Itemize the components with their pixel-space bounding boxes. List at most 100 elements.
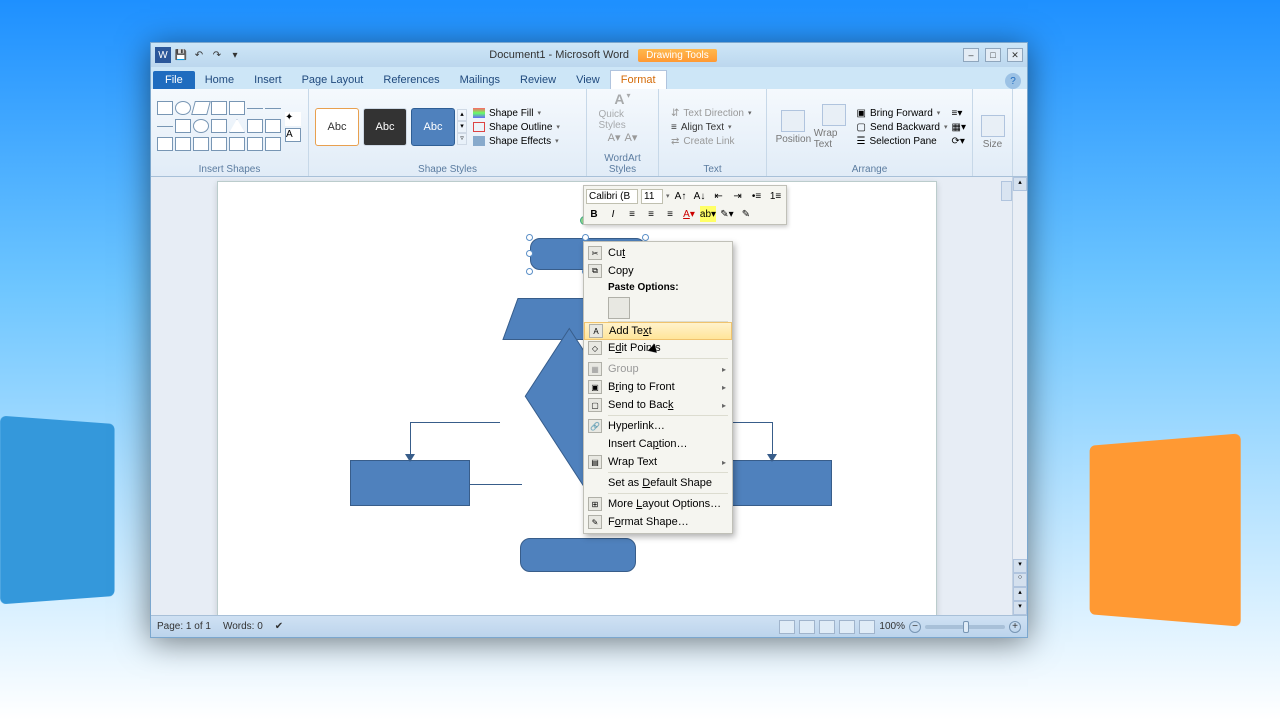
align-button[interactable]: ≡▾	[952, 108, 966, 119]
align-right-icon[interactable]: ≡	[662, 206, 678, 222]
font-color-icon[interactable]: A▾	[681, 206, 697, 222]
flowchart-process-left[interactable]	[350, 460, 470, 506]
increase-indent-icon[interactable]: ⇥	[730, 188, 746, 204]
decrease-indent-icon[interactable]: ⇤	[711, 188, 727, 204]
align-center-icon[interactable]: ≡	[643, 206, 659, 222]
prev-page-icon[interactable]: ▴	[1013, 587, 1027, 601]
tab-references[interactable]: References	[373, 71, 449, 89]
group-wordart-styles: WordArt Styles	[593, 152, 652, 175]
text-box-icon[interactable]: A	[285, 128, 301, 142]
ctx-bring-to-front[interactable]: ▣Bring to Front▸	[584, 378, 732, 396]
wrap-text-ribbon-button[interactable]: Wrap Text	[814, 104, 855, 150]
gallery-down-icon[interactable]: ▾	[457, 121, 467, 133]
ctx-more-layout[interactable]: ⊞More Layout Options…	[584, 495, 732, 513]
status-page[interactable]: Page: 1 of 1	[157, 621, 211, 632]
tab-view[interactable]: View	[566, 71, 610, 89]
help-icon[interactable]: ?	[1005, 73, 1021, 89]
status-words[interactable]: Words: 0	[223, 621, 263, 632]
word-icon[interactable]: W	[155, 47, 171, 63]
shape-fill-button[interactable]: Shape Fill ▾	[473, 108, 560, 119]
status-bar: Page: 1 of 1 Words: 0 ✔ 100% − +	[151, 615, 1027, 637]
ctx-send-to-back[interactable]: ▢Send to Back▸	[584, 396, 732, 414]
gallery-more-icon[interactable]: ▿	[457, 133, 467, 145]
view-draft[interactable]	[859, 620, 875, 634]
ctx-add-text[interactable]: AAdd Text	[584, 322, 732, 340]
side-panel-tab[interactable]	[1001, 181, 1012, 201]
group-text: Text	[665, 163, 760, 175]
size-button[interactable]: Size	[979, 115, 1006, 150]
shape-outline-button[interactable]: Shape Outline ▾	[473, 122, 560, 133]
bring-forward-button[interactable]: ▣Bring Forward▾	[857, 108, 948, 119]
shape-effects-button[interactable]: Shape Effects ▾	[473, 136, 560, 147]
italic-icon[interactable]: I	[605, 206, 621, 222]
align-left-icon[interactable]: ≡	[624, 206, 640, 222]
bold-icon[interactable]: B	[586, 206, 602, 222]
zoom-level[interactable]: 100%	[879, 621, 905, 632]
view-outline[interactable]	[839, 620, 855, 634]
grow-font-icon[interactable]: A↑	[673, 188, 689, 204]
selection-pane-button[interactable]: ☰Selection Pane	[857, 136, 948, 147]
mini-font-input[interactable]	[586, 189, 638, 204]
bullets-icon[interactable]: •≡	[749, 188, 765, 204]
ctx-insert-caption[interactable]: Insert Caption…	[584, 435, 732, 453]
view-print-layout[interactable]	[779, 620, 795, 634]
scroll-down-icon[interactable]: ▾	[1013, 559, 1027, 573]
position-button[interactable]: Position	[773, 110, 814, 145]
browse-object-icon[interactable]: ○	[1013, 573, 1027, 587]
tab-file[interactable]: File	[153, 71, 195, 89]
ctx-wrap-text[interactable]: ▤Wrap Text▸	[584, 453, 732, 471]
quick-styles-button: A▾ Quick Styles	[599, 91, 647, 131]
ctx-paste-options-label: Paste Options:	[584, 280, 732, 295]
ctx-set-default-shape[interactable]: Set as Default Shape	[584, 474, 732, 492]
ctx-format-shape[interactable]: ✎Format Shape…	[584, 513, 732, 531]
tab-mailings[interactable]: Mailings	[450, 71, 510, 89]
group-shape-styles: Shape Styles	[315, 163, 580, 175]
ctx-hyperlink[interactable]: 🔗Hyperlink…	[584, 417, 732, 435]
zoom-slider[interactable]	[925, 625, 1005, 629]
tab-format[interactable]: Format	[610, 70, 667, 89]
numbering-icon[interactable]: 1≡	[768, 188, 784, 204]
view-web[interactable]	[819, 620, 835, 634]
tab-insert[interactable]: Insert	[244, 71, 292, 89]
zoom-out-icon[interactable]: −	[909, 621, 921, 633]
ctx-cut[interactable]: ✂Cut	[584, 244, 732, 262]
titlebar: W 💾 ↶ ↷ ▾ Document1 - Microsoft Word Dra…	[151, 43, 1027, 67]
shrink-font-icon[interactable]: A↓	[692, 188, 708, 204]
qat-customize-icon[interactable]: ▾	[227, 47, 243, 63]
ctx-copy[interactable]: ⧉Copy	[584, 262, 732, 280]
group-arrange: Arrange	[773, 163, 966, 175]
mini-size-input[interactable]	[641, 189, 663, 204]
flowchart-terminator-bottom[interactable]	[520, 538, 636, 572]
styles-icon[interactable]: ✎	[738, 206, 754, 222]
redo-icon[interactable]: ↷	[209, 47, 225, 63]
ctx-paste-picture[interactable]	[608, 297, 630, 319]
highlight-icon[interactable]: ab▾	[700, 206, 716, 222]
scroll-up-icon[interactable]: ▴	[1013, 177, 1027, 191]
align-text-button[interactable]: ≡Align Text▾	[671, 122, 751, 133]
vertical-scrollbar[interactable]: ▴ ▾ ○ ▴ ▾	[1012, 177, 1027, 615]
text-fill-icon: A▾	[608, 131, 621, 144]
document-area[interactable]: ▾ A↑ A↓ ⇤ ⇥ •≡ 1≡ B I ≡ ≡ ≡ A▾ ab▾ ✎▾ ✎	[151, 177, 1012, 615]
tab-page-layout[interactable]: Page Layout	[292, 71, 374, 89]
undo-icon[interactable]: ↶	[191, 47, 207, 63]
edit-shape-icon[interactable]: ✦	[285, 112, 301, 126]
ribbon-tabs: File Home Insert Page Layout References …	[151, 67, 1027, 89]
tab-home[interactable]: Home	[195, 71, 244, 89]
page[interactable]	[217, 181, 937, 615]
minimize-button[interactable]: –	[963, 48, 979, 62]
gallery-up-icon[interactable]: ▴	[457, 109, 467, 121]
shape-style-gallery[interactable]: Abc Abc Abc	[315, 108, 455, 146]
tab-review[interactable]: Review	[510, 71, 566, 89]
view-full-screen[interactable]	[799, 620, 815, 634]
maximize-button[interactable]: □	[985, 48, 1001, 62]
next-page-icon[interactable]: ▾	[1013, 601, 1027, 615]
group-button[interactable]: ▦▾	[952, 122, 966, 133]
rotate-button[interactable]: ⟳▾	[952, 136, 966, 147]
proofing-icon[interactable]: ✔	[275, 621, 283, 632]
close-button[interactable]: ✕	[1007, 48, 1023, 62]
format-painter-icon[interactable]: ✎▾	[719, 206, 735, 222]
shapes-gallery[interactable]	[157, 101, 281, 153]
send-backward-button[interactable]: ▢Send Backward▾	[857, 122, 948, 133]
save-icon[interactable]: 💾	[173, 47, 189, 63]
zoom-in-icon[interactable]: +	[1009, 621, 1021, 633]
